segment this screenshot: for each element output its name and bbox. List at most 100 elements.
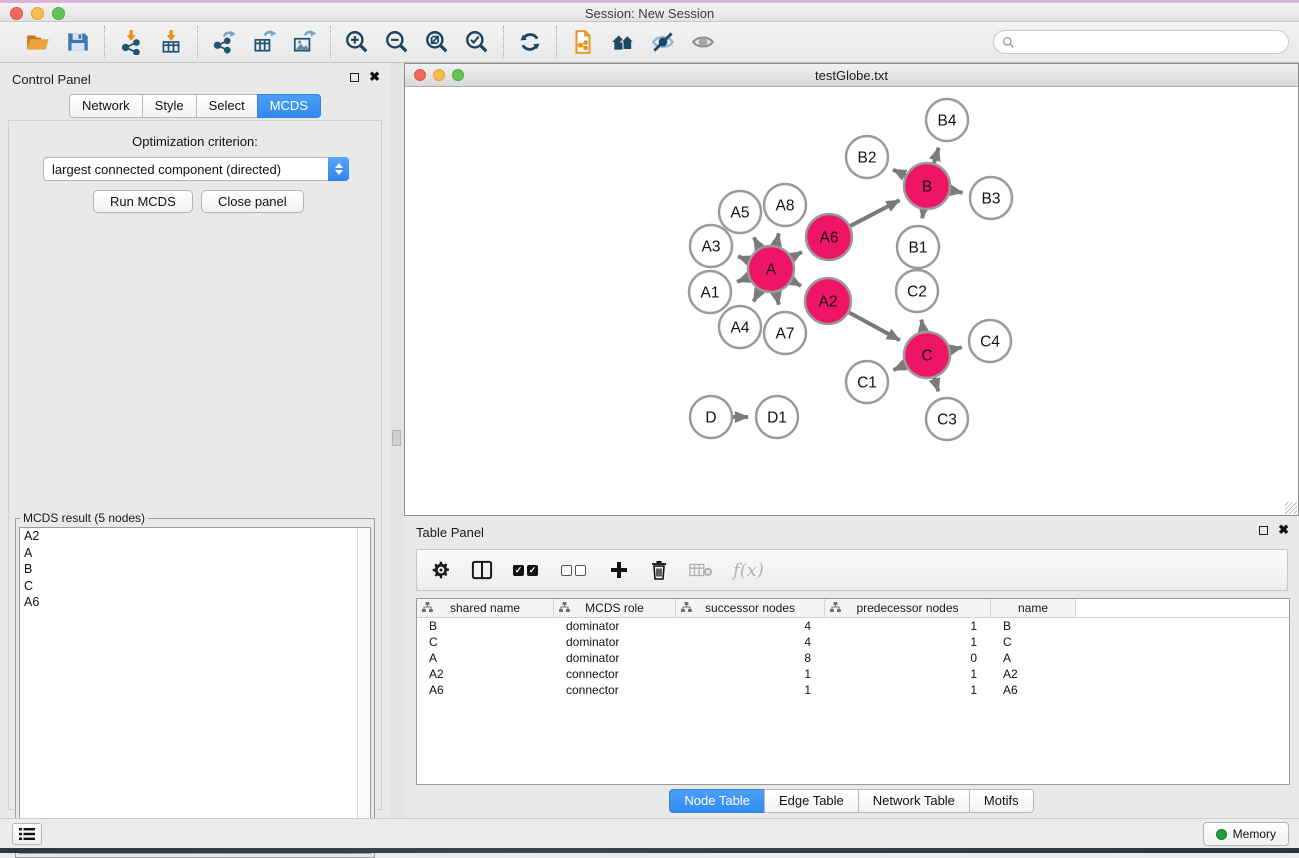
graph-edge-A-A8[interactable]: [776, 233, 779, 245]
network-resize-grip[interactable]: [1285, 502, 1297, 514]
graph-node-A2[interactable]: A2: [805, 278, 851, 324]
zoom-in-icon[interactable]: [342, 27, 372, 57]
graph-edge-B-B3[interactable]: [951, 190, 963, 192]
graph-node-B[interactable]: B: [904, 163, 950, 209]
graph-node-A7[interactable]: A7: [764, 312, 806, 354]
graph-edge-A6-B[interactable]: [850, 200, 899, 226]
column-header-shared-name[interactable]: shared name: [417, 599, 554, 617]
graph-node-A1[interactable]: A1: [689, 271, 731, 313]
close-panel-button[interactable]: Close panel: [201, 190, 304, 213]
graph-edge-A-A5[interactable]: [754, 237, 760, 247]
column-header-MCDS-role[interactable]: MCDS role: [554, 599, 676, 617]
graph-edge-C-C4[interactable]: [950, 347, 961, 350]
table-row-c[interactable]: Cdominator41C: [417, 634, 1289, 650]
network-canvas[interactable]: B4B2BB3A8A5A6A3B1AC2A1A2A4A7C4CC1DD1C3: [405, 87, 1298, 515]
table-settings-icon[interactable]: [431, 555, 451, 585]
graph-node-A6[interactable]: A6: [806, 214, 852, 260]
graph-node-A5[interactable]: A5: [719, 191, 761, 233]
table-row-a2[interactable]: A2connector11A2: [417, 666, 1289, 682]
open-session-icon[interactable]: [23, 27, 53, 57]
search-input[interactable]: [1015, 32, 1288, 52]
result-item-a[interactable]: A: [20, 545, 370, 562]
tab-network[interactable]: Network: [69, 94, 143, 118]
result-item-a2[interactable]: A2: [20, 528, 370, 545]
column-header-name[interactable]: name: [991, 599, 1076, 617]
graph-node-A8[interactable]: A8: [764, 184, 806, 226]
graph-edge-A-A6[interactable]: [792, 252, 802, 257]
refresh-icon[interactable]: [515, 27, 545, 57]
import-table-icon[interactable]: [156, 27, 186, 57]
graph-node-D1[interactable]: D1: [756, 396, 798, 438]
graph-node-A[interactable]: A: [748, 246, 794, 292]
network-file-icon[interactable]: [568, 27, 598, 57]
graph-node-C3[interactable]: C3: [926, 398, 968, 440]
divider-grip[interactable]: [392, 430, 401, 446]
tab-select[interactable]: Select: [196, 94, 258, 118]
result-item-a6[interactable]: A6: [20, 594, 370, 611]
node-table[interactable]: shared nameMCDS rolesuccessor nodesprede…: [416, 598, 1290, 785]
tab-mcds[interactable]: MCDS: [257, 94, 321, 118]
graph-edge-C-C1[interactable]: [893, 365, 905, 370]
show-column-panel-icon[interactable]: [471, 555, 493, 585]
graph-edge-B-B2[interactable]: [893, 170, 905, 176]
table-row-a[interactable]: Adominator80A: [417, 650, 1289, 666]
graph-node-B3[interactable]: B3: [970, 177, 1012, 219]
memory-button[interactable]: Memory: [1203, 822, 1289, 846]
graph-node-B4[interactable]: B4: [926, 99, 968, 141]
function-builder-icon[interactable]: f(x): [733, 555, 764, 585]
task-history-button[interactable]: [12, 823, 42, 845]
export-network-icon[interactable]: [209, 27, 239, 57]
graph-node-C4[interactable]: C4: [969, 320, 1011, 362]
result-item-b[interactable]: B: [20, 561, 370, 578]
zoom-selected-icon[interactable]: [462, 27, 492, 57]
graph-edge-A-A3[interactable]: [738, 256, 749, 260]
network-window-titlebar[interactable]: testGlobe.txt: [405, 64, 1298, 87]
hide-graphics-details-icon[interactable]: [648, 27, 678, 57]
graph-node-D[interactable]: D: [690, 396, 732, 438]
graph-edge-A2-C[interactable]: [849, 312, 900, 340]
graph-node-A4[interactable]: A4: [719, 306, 761, 348]
save-session-icon[interactable]: [63, 27, 93, 57]
tab-edge-table[interactable]: Edge Table: [764, 789, 859, 813]
select-all-icon[interactable]: ✓✓: [513, 555, 541, 585]
graph-node-B2[interactable]: B2: [846, 136, 888, 178]
tab-network-table[interactable]: Network Table: [858, 789, 970, 813]
home-icon[interactable]: [608, 27, 638, 57]
zoom-fit-icon[interactable]: [422, 27, 452, 57]
export-table-icon[interactable]: [249, 27, 279, 57]
column-header-successor-nodes[interactable]: successor nodes: [676, 599, 825, 617]
show-graphics-details-icon[interactable]: [688, 27, 718, 57]
export-image-icon[interactable]: [289, 27, 319, 57]
close-panel-icon[interactable]: ✖: [369, 72, 380, 82]
import-network-icon[interactable]: [116, 27, 146, 57]
column-header-predecessor-nodes[interactable]: predecessor nodes: [825, 599, 991, 617]
graph-edge-C-C3[interactable]: [934, 378, 938, 391]
float-table-panel-icon[interactable]: [1259, 526, 1268, 535]
graph-node-C[interactable]: C: [904, 332, 950, 378]
result-scrollbar[interactable]: [357, 528, 370, 853]
zoom-out-icon[interactable]: [382, 27, 412, 57]
panel-divider[interactable]: [390, 63, 404, 818]
add-icon[interactable]: [609, 555, 629, 585]
tab-node-table[interactable]: Node Table: [669, 789, 765, 813]
optimization-criterion-select[interactable]: largest connected component (directed): [43, 157, 349, 181]
graph-node-C2[interactable]: C2: [896, 270, 938, 312]
graph-edge-A-A2[interactable]: [792, 281, 801, 286]
table-row-a6[interactable]: A6connector11A6: [417, 682, 1289, 698]
graph-edge-A-A1[interactable]: [737, 277, 748, 281]
deselect-all-icon[interactable]: [561, 555, 589, 585]
delete-icon[interactable]: [649, 555, 669, 585]
table-row-b[interactable]: Bdominator41B: [417, 618, 1289, 634]
graph-edge-B-B4[interactable]: [934, 148, 939, 163]
graph-node-A3[interactable]: A3: [690, 225, 732, 267]
delete-table-icon[interactable]: [689, 555, 713, 585]
graph-edge-A-A4[interactable]: [754, 290, 760, 301]
search-field[interactable]: [993, 30, 1289, 54]
graph-edge-C-C2[interactable]: [921, 320, 923, 332]
graph-edge-B-B1[interactable]: [922, 210, 923, 219]
tab-style[interactable]: Style: [142, 94, 197, 118]
close-table-panel-icon[interactable]: ✖: [1278, 525, 1289, 535]
tab-motifs[interactable]: Motifs: [969, 789, 1034, 813]
float-panel-icon[interactable]: [350, 73, 359, 82]
graph-edge-A-A7[interactable]: [776, 292, 779, 304]
